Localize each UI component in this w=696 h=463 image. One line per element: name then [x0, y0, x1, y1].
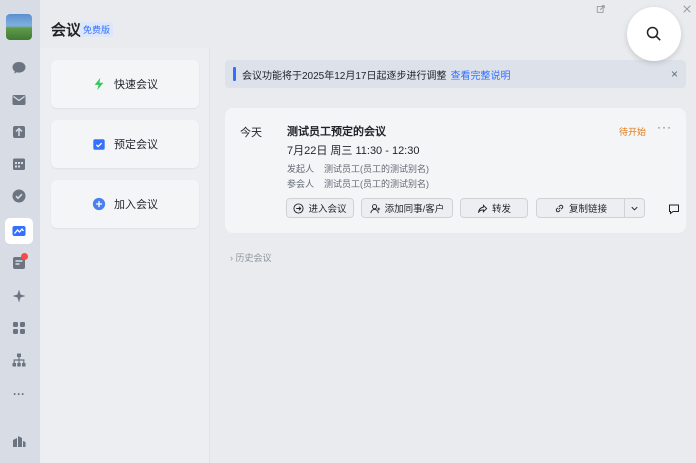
sparkle-icon[interactable] [9, 286, 29, 306]
enter-meeting-label: 进入会议 [308, 204, 347, 215]
search-button[interactable] [627, 7, 681, 61]
meeting-icon[interactable] [5, 218, 33, 244]
page-title: 会议 [51, 22, 82, 39]
more-options-icon[interactable]: ··· [657, 120, 672, 134]
lightning-icon [94, 77, 104, 91]
forward-icon [477, 203, 488, 213]
organizer-value: 测试员工(员工的测试别名) [324, 164, 430, 174]
apps-icon[interactable] [9, 318, 29, 338]
add-colleague-button[interactable]: 添加同事/客户 [361, 198, 453, 218]
approval-icon[interactable] [9, 253, 29, 273]
forward-button[interactable]: 转发 [460, 198, 528, 218]
notice-text: 会议功能将于2025年12月17日起逐步进行调整 [242, 70, 447, 82]
calendar-check-icon [93, 139, 105, 150]
workspace-icon[interactable] [9, 431, 29, 451]
participant-label: 参会人 [287, 179, 315, 189]
notification-dot [21, 253, 28, 260]
quick-meeting-label: 快速会议 [114, 79, 158, 91]
history-meetings-toggle[interactable]: › 历史会议 [230, 251, 272, 264]
action-panel: 快速会议 预定会议 加入会议 [40, 48, 210, 463]
notice-accent-bar [233, 67, 236, 81]
enter-icon [293, 202, 305, 214]
copy-link-label: 复制链接 [568, 204, 607, 215]
meeting-day: 今天 [240, 127, 262, 139]
participant-row: 参会人 测试员工(员工的测试别名) [287, 177, 429, 190]
meeting-card[interactable]: 今天 测试员工预定的会议 待开始 ··· 7月22日 周三 11:30 - 12… [225, 108, 686, 233]
upload-icon[interactable] [9, 122, 29, 142]
add-colleague-label: 添加同事/客户 [384, 204, 445, 215]
add-person-icon [370, 203, 380, 213]
left-rail: ··· [0, 0, 40, 463]
copy-link-button[interactable]: 复制链接 [536, 198, 625, 218]
meeting-status-badge: 待开始 [619, 127, 647, 137]
meeting-title: 测试员工预定的会议 [287, 126, 386, 138]
organizer-label: 发起人 [287, 164, 315, 174]
plus-circle-icon [92, 197, 106, 211]
check-icon[interactable] [9, 186, 29, 206]
quick-meeting-button[interactable]: 快速会议 [51, 60, 199, 108]
schedule-meeting-label: 预定会议 [114, 139, 158, 151]
mail-icon[interactable] [9, 90, 29, 110]
meeting-time: 7月22日 周三 11:30 - 12:30 [287, 145, 420, 157]
search-icon [646, 26, 661, 41]
org-icon[interactable] [9, 350, 29, 370]
join-meeting-button[interactable]: 加入会议 [51, 180, 199, 228]
enter-meeting-button[interactable]: 进入会议 [286, 198, 354, 218]
copy-link-dropdown[interactable] [624, 198, 645, 218]
main-content: 会议功能将于2025年12月17日起逐步进行调整 查看完整说明 × 今天 测试员… [211, 48, 696, 463]
chevron-down-icon [631, 206, 638, 211]
history-label: 历史会议 [235, 253, 272, 263]
notice-close-icon[interactable]: × [671, 67, 678, 81]
notice-link[interactable]: 查看完整说明 [451, 67, 511, 82]
close-window-icon[interactable] [680, 2, 694, 16]
join-meeting-label: 加入会议 [114, 199, 158, 211]
edition-badge: 免费版 [80, 22, 114, 37]
avatar[interactable] [6, 14, 32, 40]
notice-banner: 会议功能将于2025年12月17日起逐步进行调整 查看完整说明 × [225, 60, 686, 88]
calendar-icon[interactable] [9, 154, 29, 174]
organizer-row: 发起人 测试员工(员工的测试别名) [287, 162, 429, 175]
link-icon [555, 204, 564, 212]
chat-icon[interactable] [9, 58, 29, 78]
participant-value: 测试员工(员工的测试别名) [324, 179, 430, 189]
forward-label: 转发 [491, 204, 511, 215]
pin-icon[interactable] [594, 2, 608, 16]
comment-icon[interactable] [668, 203, 680, 215]
history-arrow: › [230, 253, 233, 263]
more-icon[interactable]: ··· [9, 384, 29, 404]
schedule-meeting-button[interactable]: 预定会议 [51, 120, 199, 168]
